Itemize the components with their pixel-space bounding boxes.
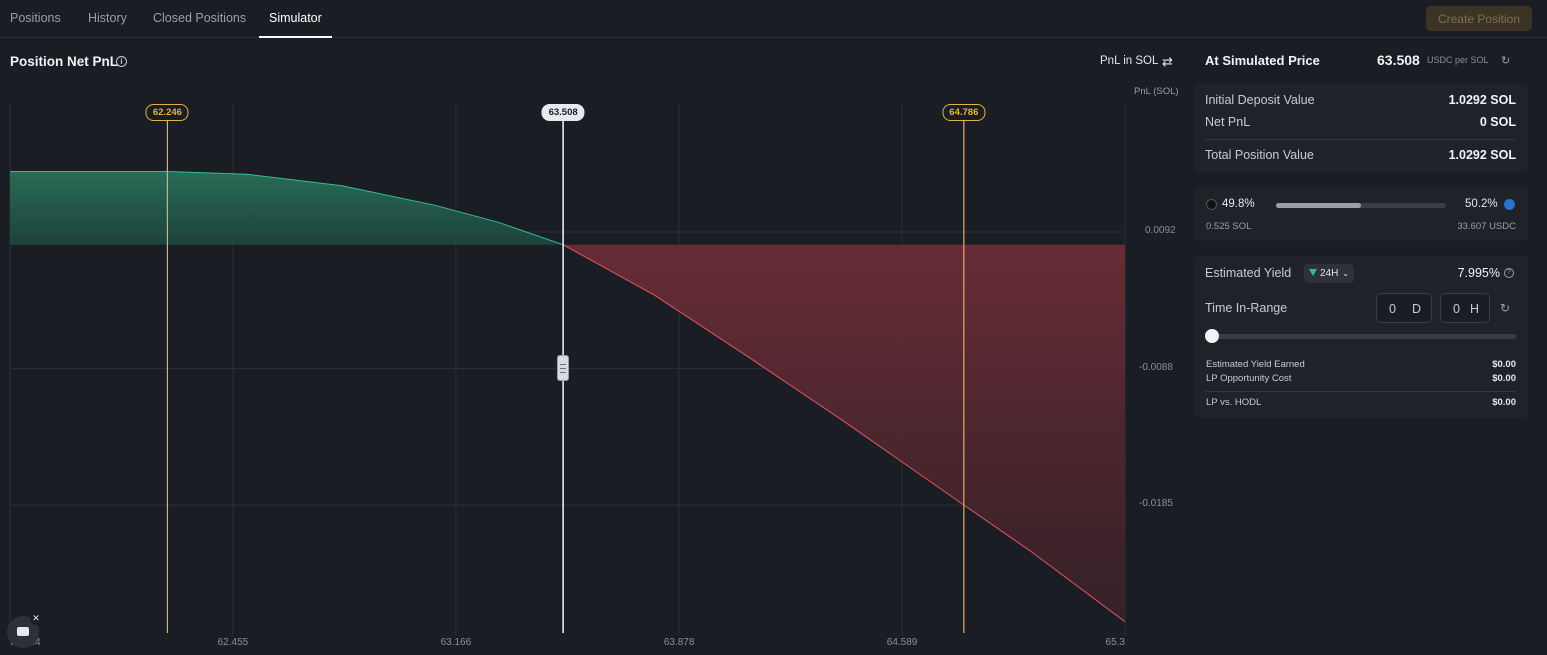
simulated-price-unit: USDC per SOL (1427, 55, 1489, 65)
y-axis-unit-label: PnL (SOL) (1134, 86, 1179, 97)
sol-share-fill (1276, 203, 1361, 208)
estimated-yield-label: Estimated Yield (1205, 266, 1292, 280)
divider (1205, 139, 1516, 140)
x-tick-label: 62.455 (217, 637, 249, 648)
tab-history[interactable]: History (78, 0, 137, 38)
usdc-percent: 50.2% (1465, 198, 1498, 210)
meteora-icon (1309, 269, 1317, 276)
total-position-value: 1.0292 SOL (1448, 148, 1516, 162)
pnl-unit-toggle[interactable]: PnL in SOL (1100, 55, 1158, 67)
net-pnl-label: Net PnL (1205, 115, 1251, 129)
tab-simulator[interactable]: Simulator (259, 0, 332, 38)
initial-deposit-value: 1.0292 SOL (1448, 93, 1516, 107)
composition-bar (1276, 203, 1446, 208)
swap-icon[interactable]: ⇄ (1162, 54, 1173, 70)
close-icon[interactable]: ✕ (30, 613, 42, 625)
info-icon[interactable]: i (116, 56, 127, 67)
lower-range-label[interactable]: 62.246 (145, 104, 189, 121)
create-position-button[interactable]: Create Position (1426, 6, 1532, 31)
lp-vs-hodl-value: $0.00 (1492, 397, 1516, 408)
divider (1205, 391, 1516, 392)
profit-area (10, 171, 564, 245)
net-pnl-value: 0 SOL (1479, 115, 1516, 129)
sol-percent: 49.8% (1222, 198, 1255, 210)
x-tick-label: 65.3 (1105, 637, 1125, 648)
simulated-price-value: 63.508 (1377, 52, 1420, 68)
time-in-range-label: Time In-Range (1205, 301, 1288, 315)
help-icon[interactable]: ? (1504, 268, 1514, 278)
days-value: 0 (1389, 302, 1396, 316)
sol-amount: 0.525 SOL (1206, 221, 1252, 232)
x-tick-label: 63.166 (440, 637, 472, 648)
yield-earned-value: $0.00 (1492, 359, 1516, 370)
chat-icon (17, 627, 29, 636)
lp-vs-hodl-label: LP vs. HODL (1206, 397, 1262, 408)
x-tick-label: 64.589 (886, 637, 918, 648)
usdc-amount: 33.607 USDC (1457, 221, 1516, 232)
usdc-token-icon (1504, 199, 1515, 210)
loss-area (563, 244, 1125, 622)
estimated-yield-value: 7.995% (1457, 266, 1500, 280)
time-slider-knob[interactable] (1205, 329, 1219, 343)
y-tick-label: -0.0185 (1139, 497, 1173, 509)
initial-deposit-label: Initial Deposit Value (1205, 93, 1315, 107)
hours-value: 0 (1453, 302, 1460, 316)
chart-title: Position Net PnL (10, 54, 118, 69)
y-tick-label: -0.0088 (1139, 361, 1173, 373)
x-tick-label: 63.878 (663, 637, 695, 648)
price-drag-handle[interactable] (557, 355, 569, 381)
chevron-down-icon: ⌄ (1342, 269, 1349, 278)
yield-period-value: 24H (1320, 268, 1339, 279)
simulated-price-title: At Simulated Price (1205, 53, 1320, 68)
reset-time-icon[interactable]: ↻ (1500, 301, 1510, 315)
upper-range-label[interactable]: 64.786 (942, 104, 986, 121)
tab-closed-positions[interactable]: Closed Positions (143, 0, 256, 38)
yield-period-select[interactable]: 24H ⌄ (1304, 264, 1354, 283)
sol-token-icon (1206, 199, 1217, 210)
tab-bar: Positions History Closed Positions Simul… (0, 0, 1547, 38)
tab-positions[interactable]: Positions (0, 0, 71, 38)
opportunity-cost-value: $0.00 (1492, 373, 1516, 384)
days-input[interactable]: 0 D (1376, 293, 1432, 323)
y-tick-label: 0.0092 (1145, 225, 1176, 237)
opportunity-cost-label: LP Opportunity Cost (1206, 373, 1292, 384)
days-unit: D (1411, 302, 1421, 316)
reset-price-icon[interactable]: ↻ (1501, 54, 1510, 67)
yield-earned-label: Estimated Yield Earned (1206, 359, 1305, 370)
composition-panel (1194, 187, 1528, 241)
hours-input[interactable]: 0 H (1440, 293, 1490, 323)
simulated-price-label[interactable]: 63.508 (541, 104, 585, 121)
total-position-label: Total Position Value (1205, 148, 1314, 162)
time-slider-track[interactable] (1206, 334, 1516, 339)
hours-unit: H (1469, 302, 1479, 316)
